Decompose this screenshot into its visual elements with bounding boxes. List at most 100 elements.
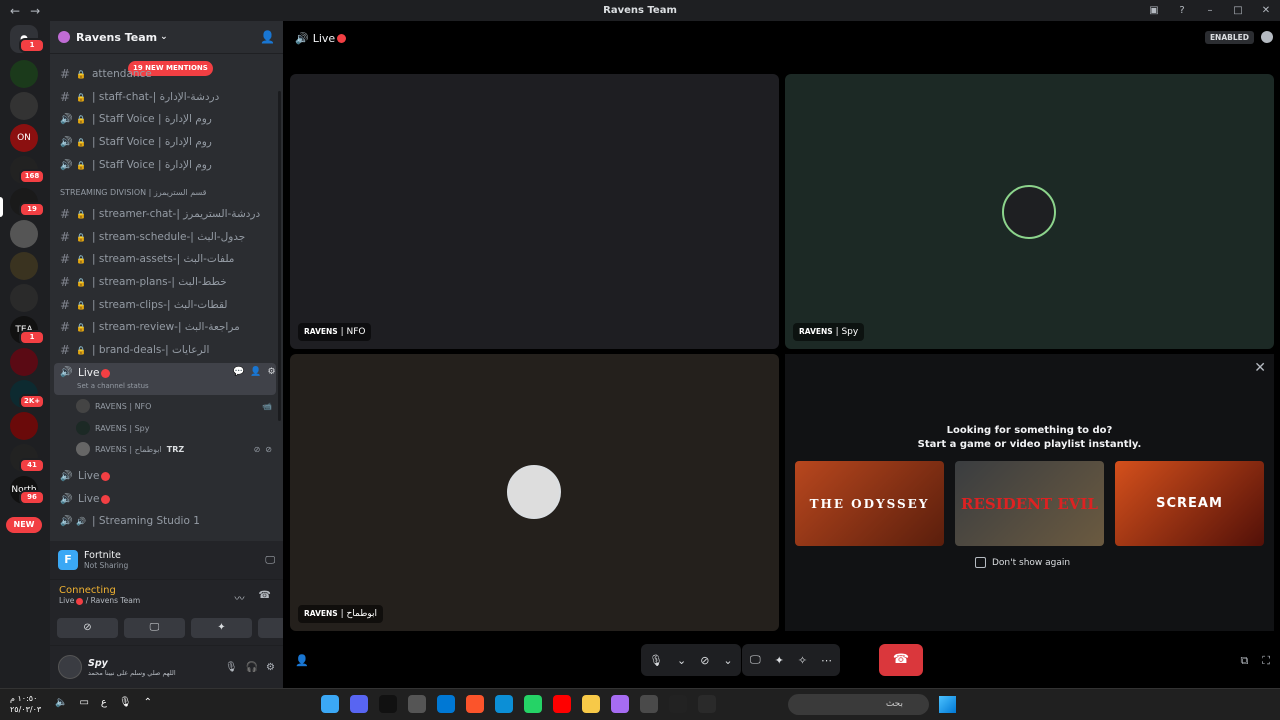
avatar[interactable] <box>58 655 82 679</box>
chevron-down-icon[interactable]: ⌄ <box>677 654 686 667</box>
server-icon[interactable] <box>10 412 38 440</box>
channel-item[interactable]: # 🔒 | stream-assets-| ملفات-البث <box>54 248 276 270</box>
hash-icon: # <box>60 67 71 81</box>
server-icon[interactable] <box>10 252 38 280</box>
video-tile[interactable]: RAVENS | Spy <box>785 74 1274 349</box>
voice-channel-item[interactable]: 🔊 🔒 | Staff Voice | روم الإدارة <box>54 131 276 153</box>
invite-people-icon[interactable]: 👤 <box>260 30 275 44</box>
channel-item[interactable]: # 🔒 | streamer-chat-| دردشة-الستريمرز <box>54 203 276 225</box>
microphone-icon[interactable]: 🎙 <box>225 662 238 673</box>
chevron-up-icon[interactable]: ⌃ <box>144 697 152 708</box>
video-tile[interactable]: RAVENS | ابوطماح <box>290 354 779 631</box>
share-screen-icon[interactable]: 🖵 <box>265 555 275 566</box>
disconnect-button[interactable]: ☎ <box>879 644 923 676</box>
camera-off-icon[interactable]: ⊘ <box>700 654 709 667</box>
server-header[interactable]: Ravens Team ⌄ 👤 <box>50 21 283 54</box>
server-icon[interactable] <box>10 220 38 248</box>
server-icon[interactable]: ON <box>10 124 38 152</box>
camera-off-button[interactable]: ⊘ <box>57 618 118 638</box>
new-unreads-badge[interactable]: NEW <box>6 517 42 533</box>
fullscreen-icon[interactable]: ⛶ <box>1262 654 1270 668</box>
activity-card[interactable]: THE ODYSSEY <box>795 461 944 546</box>
noise-suppression-icon[interactable]: 〰 <box>235 590 245 605</box>
edge-app-icon[interactable] <box>495 695 513 713</box>
channel-item[interactable]: # 🔒 | stream-review-| مراجعة-البث <box>54 316 276 338</box>
channel-item[interactable]: # 🔒 | stream-plans-| خطط-البث <box>54 271 276 293</box>
help-icon[interactable]: ? <box>1168 5 1196 16</box>
gear-icon[interactable]: ⚙ <box>267 367 275 377</box>
voice-channel-item[interactable]: 🔊 Live <box>54 488 276 510</box>
activity-card[interactable]: SCREAM <box>1115 461 1264 546</box>
maximize-button[interactable]: □ <box>1224 5 1252 16</box>
video-tile[interactable]: RAVENS | NFO <box>290 74 779 349</box>
screen-share-button[interactable]: 🖵 <box>124 618 185 638</box>
activities-button[interactable]: ✦ <box>191 618 252 638</box>
scrollbar[interactable] <box>278 91 281 421</box>
server-icon[interactable] <box>10 284 38 312</box>
app-icon[interactable] <box>408 695 426 713</box>
invite-icon[interactable]: 👤 <box>295 654 309 667</box>
voice-channel-item[interactable]: 🔊 🔒 | Staff Voice | روم الإدارة <box>54 108 276 130</box>
keyboard-layout[interactable]: ع <box>101 697 107 708</box>
enabled-badge[interactable]: ENABLED <box>1204 31 1254 44</box>
copilot-app-icon[interactable] <box>611 695 629 713</box>
tile-label: RAVENS | Spy <box>793 323 865 341</box>
voice-user[interactable]: RAVENS | Spy <box>76 418 272 438</box>
forward-arrow-icon[interactable]: → <box>30 4 40 18</box>
whatsapp-app-icon[interactable] <box>524 695 542 713</box>
server-icon[interactable] <box>10 348 38 376</box>
channel-item[interactable]: # 🔒 | staff-chat-| دردشة-الإدارة <box>54 86 276 108</box>
channel-item[interactable]: # 🔒 | stream-clips-| لقطات-البث <box>54 294 276 316</box>
more-icon[interactable]: ⋯ <box>821 654 832 667</box>
activity-card[interactable]: RESIDENT EVIL <box>955 461 1104 546</box>
network-icon[interactable]: ▭ <box>79 697 88 708</box>
add-member-icon[interactable]: 👤 <box>250 367 261 377</box>
capcut-app-icon[interactable] <box>698 695 716 713</box>
speaker-icon: 🔊 <box>60 493 73 505</box>
discord-app-icon[interactable] <box>350 695 368 713</box>
channel-item[interactable]: # 🔒 attendance <box>54 63 276 85</box>
store-app-icon[interactable] <box>640 695 658 713</box>
headphones-icon[interactable]: 🎧 <box>246 662 258 673</box>
taskbar-search[interactable]: بحث <box>788 694 929 715</box>
voice-channel-item[interactable]: 🔊 🔒 | Staff Voice | روم الإدارة <box>54 154 276 176</box>
server-icon[interactable] <box>10 92 38 120</box>
voice-channel-item[interactable]: 🔊 Live <box>54 465 276 487</box>
chevron-down-icon[interactable]: ⌄ <box>723 654 732 667</box>
inbox-icon[interactable]: ▣ <box>1140 5 1168 16</box>
server-icon[interactable] <box>10 60 38 88</box>
dont-show-again-checkbox[interactable]: Don't show again <box>975 557 1070 568</box>
popout-icon[interactable]: ⧉ <box>1240 654 1248 668</box>
voice-user[interactable]: RAVENS | ابوطماح TRZ ⊘ ⊘ <box>76 439 272 459</box>
disconnect-icon[interactable]: ☎ <box>259 590 271 605</box>
soundboard-icon[interactable]: ✧ <box>798 654 807 667</box>
microphone-icon[interactable]: 🎙 <box>649 654 663 667</box>
close-icon[interactable]: ✕ <box>1254 360 1266 376</box>
activities-icon[interactable]: ✦ <box>775 654 784 667</box>
speaker-icon: 🔊 <box>60 159 73 171</box>
fortnite-app-icon[interactable] <box>321 695 339 713</box>
voice-channel-item[interactable]: 🔊 🔊 | Streaming Studio 1 <box>54 510 276 532</box>
gear-icon[interactable]: ⚙ <box>266 662 275 673</box>
channel-item[interactable]: # 🔒 | stream-schedule-| جدول-البث <box>54 226 276 248</box>
chat-bubble-icon[interactable]: 💬 <box>233 367 244 377</box>
channel-item[interactable]: # 🔒 | brand-deals-| الرعايات <box>54 339 276 361</box>
voice-user[interactable]: RAVENS | NFO 📹 <box>76 396 272 416</box>
minimize-button[interactable]: – <box>1196 5 1224 16</box>
screen-share-icon[interactable]: 🖵 <box>750 653 761 667</box>
windows-start-icon[interactable] <box>939 696 956 713</box>
category-header[interactable]: STREAMING DIVISION | قسم الستريمرز <box>60 188 206 197</box>
brave-app-icon[interactable] <box>466 695 484 713</box>
microphone-icon[interactable]: 🎙 <box>119 697 132 708</box>
back-arrow-icon[interactable]: ← <box>10 4 20 18</box>
youtube-app-icon[interactable] <box>553 695 571 713</box>
set-channel-status[interactable]: Set a channel status <box>77 382 149 390</box>
tiktok-app-icon[interactable] <box>379 695 397 713</box>
file-explorer-icon[interactable] <box>582 695 600 713</box>
epic-games-app-icon[interactable] <box>669 695 687 713</box>
app-icon[interactable] <box>437 695 455 713</box>
close-button[interactable]: ✕ <box>1252 5 1280 16</box>
chat-icon[interactable] <box>1261 31 1273 43</box>
hash-icon: # <box>60 90 71 104</box>
volume-icon[interactable]: 🔈 <box>55 697 67 708</box>
